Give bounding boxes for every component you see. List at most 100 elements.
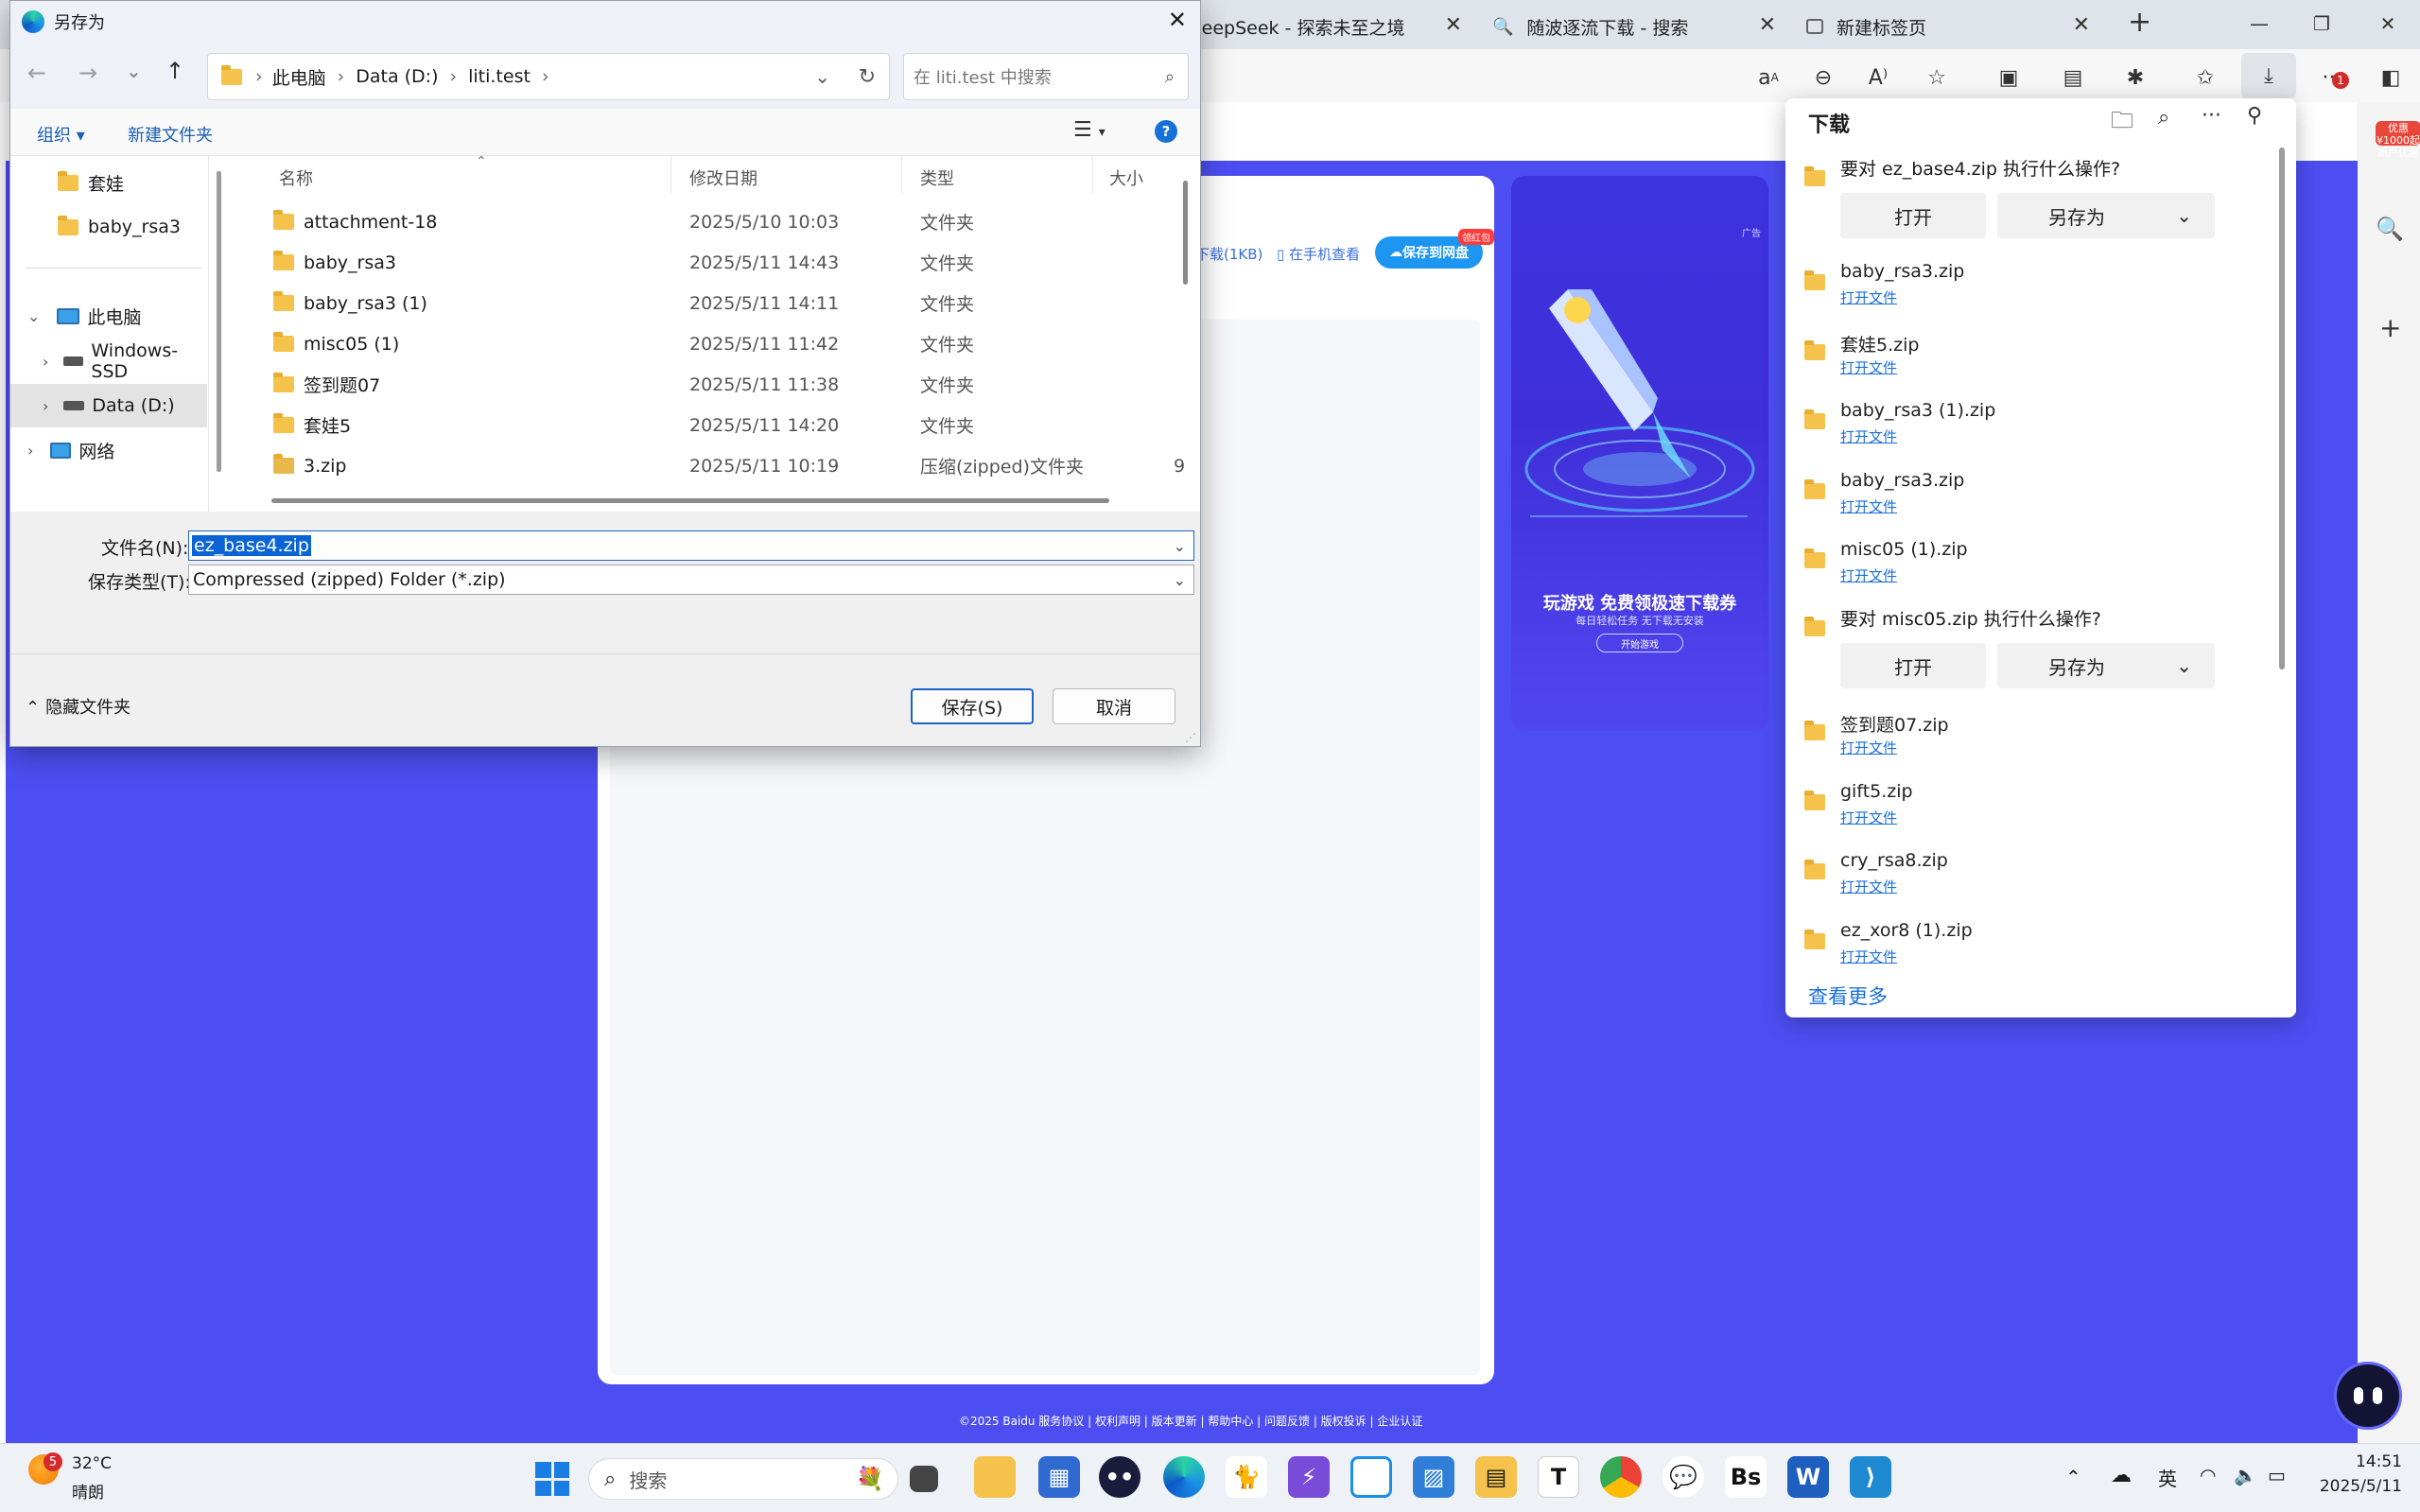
search-icon[interactable]: 🔍 (2376, 216, 2404, 242)
bs-app-icon[interactable]: Bs (1725, 1456, 1767, 1498)
search-icon[interactable]: ⌕ (2158, 106, 2169, 130)
close-icon[interactable]: ✕ (1168, 7, 1187, 33)
collections-icon[interactable]: ▤ (2056, 61, 2090, 95)
file-row[interactable]: misc05 (1) 2025/5/11 11:42 文件夹 (234, 323, 1179, 364)
tab-search[interactable]: 🔍 随波逐流下载 - 搜索 ✕ (1477, 4, 1789, 49)
promo-badge[interactable]: 优惠¥1000起 新户优惠 (2376, 121, 2420, 159)
chevron-right-icon[interactable]: › (43, 397, 48, 415)
file-row[interactable]: attachment-18 2025/5/10 10:03 文件夹 (234, 201, 1179, 242)
back-arrow-icon[interactable]: ← (27, 60, 46, 86)
open-file-link[interactable]: 打开文件 (1840, 357, 1897, 377)
minimize-button[interactable]: — (2226, 0, 2292, 47)
column-name[interactable]: 名称 (279, 165, 313, 190)
save-as-button[interactable]: 另存为 ⌄ (1997, 643, 2215, 688)
chat-app-icon[interactable]: 💬 (1663, 1456, 1704, 1498)
translate-icon[interactable]: aA (1751, 61, 1785, 95)
vertical-scrollbar-thumb[interactable] (1183, 181, 1188, 285)
file-row[interactable]: baby_rsa3 (1) 2025/5/11 14:11 文件夹 (234, 283, 1179, 323)
open-file-link[interactable]: 打开文件 (1840, 426, 1897, 446)
open-file-link[interactable]: 打开文件 (1840, 738, 1897, 757)
store-icon[interactable]: ▦ (1038, 1456, 1080, 1498)
help-icon[interactable]: ? (1155, 120, 1177, 143)
scrollbar-thumb[interactable] (2279, 148, 2285, 669)
file-row[interactable]: 3.zip 2025/5/11 10:19 压缩(zipped)文件夹 9 (234, 445, 1185, 486)
new-tab-button[interactable]: + (2128, 6, 2151, 39)
breadcrumb-folder[interactable]: liti.test (468, 66, 531, 87)
chevron-down-icon[interactable]: ⌄ (814, 65, 830, 88)
pin-icon[interactable]: ⚲ (2247, 104, 2262, 128)
chrome-icon[interactable] (1600, 1456, 1642, 1498)
open-file-link[interactable]: 打开文件 (1840, 877, 1897, 896)
tab-new[interactable]: 新建标签页 ✕ (1791, 4, 2103, 49)
open-button[interactable]: 打开 (1840, 643, 1986, 688)
address-bar[interactable]: › 此电脑 › Data (D:) › liti.test › ⌄ ↻ (207, 53, 890, 100)
downloads-icon[interactable]: ⤓ (2241, 53, 2296, 98)
open-file-link[interactable]: 打开文件 (1840, 947, 1897, 966)
see-more-link[interactable]: 查看更多 (1808, 982, 1888, 1010)
read-aloud-icon[interactable]: A⁾ (1861, 61, 1895, 95)
hide-folders-toggle[interactable]: ⌃ 隐藏文件夹 (26, 694, 131, 719)
close-icon[interactable]: ✕ (1759, 13, 1776, 37)
vscode-icon[interactable]: ⟩ (1850, 1456, 1891, 1498)
refresh-icon[interactable]: ↻ (859, 65, 876, 89)
battery-icon[interactable]: ▭ (2268, 1464, 2286, 1486)
breadcrumb-drive[interactable]: Data (D:) (356, 66, 438, 87)
word-icon[interactable]: W (1787, 1456, 1829, 1498)
up-arrow-icon[interactable]: ↑ (165, 58, 184, 84)
task-view-icon[interactable] (910, 1466, 938, 1492)
edge-icon[interactable] (1163, 1456, 1205, 1498)
view-options-icon[interactable]: ☰ ▾ (1073, 118, 1106, 142)
nav-scrollbar-thumb[interactable] (217, 171, 221, 472)
weather-temp[interactable]: 32°C (72, 1454, 112, 1473)
add-icon[interactable]: + (2379, 312, 2401, 343)
file-explorer-icon[interactable] (974, 1456, 1016, 1498)
nav-drive-d[interactable]: › Data (D:) (10, 384, 207, 427)
clock-date[interactable]: 2025/5/11 (2298, 1477, 2402, 1496)
start-button[interactable] (535, 1462, 569, 1496)
chevron-down-icon[interactable]: ⌄ (2176, 654, 2192, 677)
chevron-right-icon[interactable]: › (27, 442, 33, 460)
nav-network[interactable]: › 网络 (10, 428, 209, 472)
column-type[interactable]: 类型 (920, 165, 954, 190)
tab-deepseek[interactable]: DeepSeek - 探索未至之境 ✕ (1173, 4, 1475, 49)
photos-icon[interactable]: ▨ (1413, 1456, 1454, 1498)
cat-app-icon[interactable]: 🐈 (1226, 1456, 1267, 1498)
wifi-icon[interactable]: ◠ (2200, 1464, 2216, 1486)
sidebar-toggle-icon[interactable]: ◧ (2374, 61, 2408, 95)
chevron-right-icon[interactable]: › (43, 353, 48, 371)
open-folder-icon[interactable]: 🗀 (2111, 104, 2133, 143)
zoom-out-icon[interactable]: ⊖ (1806, 61, 1840, 95)
nav-quick-item[interactable]: 套娃 (10, 161, 209, 204)
chevron-down-icon[interactable]: ⌄ (27, 307, 40, 325)
close-icon[interactable]: ✕ (2073, 13, 2090, 37)
lightning-app-icon[interactable]: ⚡ (1288, 1456, 1330, 1498)
search-field[interactable]: 在 liti.test 中搜索 ⌕ (903, 53, 1189, 100)
chevron-down-icon[interactable]: ⌄ (1174, 571, 1186, 589)
column-date[interactable]: 修改日期 (689, 165, 757, 190)
open-file-link[interactable]: 打开文件 (1840, 496, 1897, 516)
file-row[interactable]: baby_rsa3 2025/5/11 14:43 文件夹 (234, 242, 1179, 283)
onedrive-icon[interactable]: ☁ (2111, 1464, 2132, 1487)
assistant-avatar-icon[interactable] (2334, 1362, 2402, 1430)
save-button[interactable]: 保存(S) (911, 688, 1034, 724)
close-window-button[interactable]: ✕ (2355, 0, 2420, 47)
volume-icon[interactable]: 🔈 (2234, 1464, 2257, 1486)
recent-dropdown-icon[interactable]: ⌄ (126, 60, 142, 82)
phone-view-link[interactable]: ▯ 在手机查看 (1277, 244, 1360, 264)
start-game-button[interactable]: 开始游戏 (1596, 634, 1683, 652)
open-file-link[interactable]: 打开文件 (1840, 808, 1897, 827)
chevron-down-icon[interactable]: ⌄ (2176, 204, 2192, 227)
favorite-star-icon[interactable]: ☆ (1920, 61, 1954, 95)
save-as-button[interactable]: 另存为 ⌄ (1997, 193, 2215, 238)
nav-drive-c[interactable]: › Windows-SSD (10, 339, 209, 383)
column-size[interactable]: 大小 (1109, 165, 1143, 190)
cancel-button[interactable]: 取消 (1053, 688, 1175, 724)
horizontal-scrollbar-thumb[interactable] (271, 498, 1109, 503)
file-row[interactable]: 套娃5 2025/5/11 14:20 文件夹 (234, 405, 1179, 445)
split-screen-icon[interactable]: ▣ (1992, 61, 2026, 95)
clock-time[interactable]: 14:51 (2311, 1452, 2402, 1471)
notepad-icon[interactable]: ▤ (1475, 1456, 1517, 1498)
chevron-down-icon[interactable]: ⌄ (1174, 537, 1186, 555)
resize-grip-icon[interactable]: ⋰ (1185, 731, 1196, 744)
open-file-link[interactable]: 打开文件 (1840, 287, 1897, 307)
